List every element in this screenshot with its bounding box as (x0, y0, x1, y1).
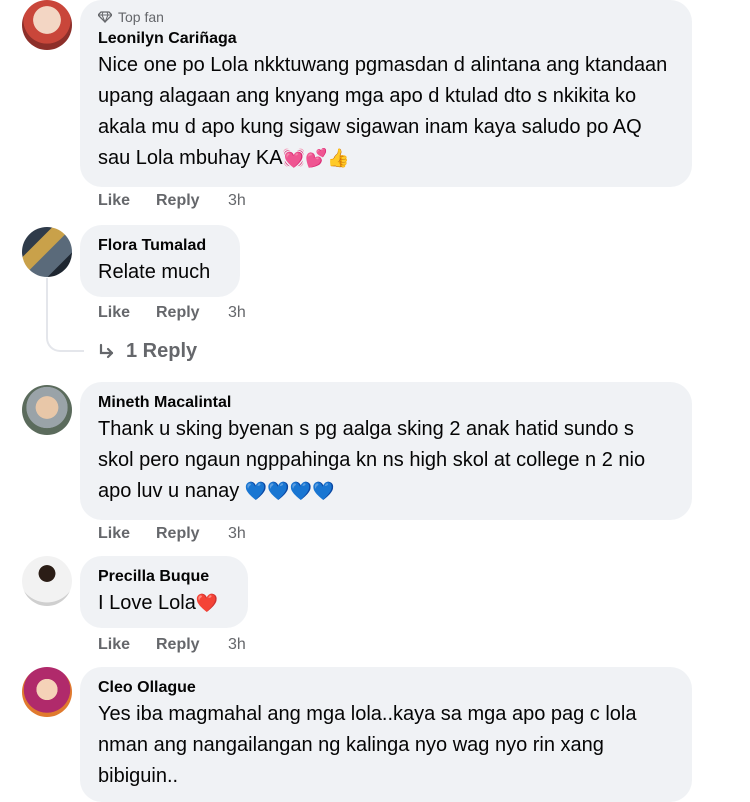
timestamp[interactable]: 3h (228, 636, 246, 654)
comment-bubble: Precilla Buque I Love Lola❤️ (80, 556, 248, 628)
emoji-reaction: 💙💙💙💙 (244, 481, 335, 501)
avatar[interactable] (22, 667, 72, 717)
like-button[interactable]: Like (98, 192, 156, 210)
reply-arrow-icon (99, 343, 114, 358)
avatar[interactable] (22, 227, 72, 277)
reply-button[interactable]: Reply (156, 304, 228, 322)
avatar[interactable] (22, 385, 72, 435)
comment-actions: Like Reply 3h (98, 304, 246, 322)
comment-text: I Love Lola❤️ (98, 588, 230, 619)
comment-body: I Love Lola (98, 592, 196, 614)
replies-count[interactable]: 1 Reply (126, 340, 197, 363)
comment-bubble: Mineth Macalintal Thank u sking byenan s… (80, 382, 692, 520)
avatar[interactable] (22, 0, 72, 50)
comment-bubble: Flora Tumalad Relate much (80, 225, 240, 297)
reply-button[interactable]: Reply (156, 525, 228, 543)
comment-author[interactable]: Cleo Ollague (98, 677, 674, 699)
comment-text: Relate much (98, 261, 211, 283)
comment-author[interactable]: Mineth Macalintal (98, 392, 674, 414)
badge-label: Top fan (118, 9, 164, 25)
comment-author[interactable]: Precilla Buque (98, 566, 230, 588)
comment-text: Nice one po Lola nkktuwang pgmasdan d al… (98, 50, 674, 174)
comment-text: Yes iba magmahal ang mga lola..kaya sa m… (98, 703, 637, 787)
comment-author[interactable]: Flora Tumalad (98, 235, 222, 257)
heart-emoji: ❤️ (195, 593, 219, 613)
emoji-reaction: 💓💕👍 (282, 148, 350, 168)
comment-actions: Like Reply 3h (98, 525, 246, 543)
like-button[interactable]: Like (98, 525, 156, 543)
timestamp[interactable]: 3h (228, 304, 246, 322)
reply-button[interactable]: Reply (156, 192, 228, 210)
reply-button[interactable]: Reply (156, 636, 228, 654)
timestamp[interactable]: 3h (228, 525, 246, 543)
like-button[interactable]: Like (98, 636, 156, 654)
timestamp[interactable]: 3h (228, 192, 246, 210)
view-replies-link[interactable]: 1 Reply (98, 340, 197, 363)
comment-text: Thank u sking byenan s pg aalga sking 2 … (98, 414, 674, 507)
comment-actions: Like Reply 3h (98, 192, 246, 210)
thread-connector (46, 278, 84, 352)
comment-body: Nice one po Lola nkktuwang pgmasdan d al… (98, 54, 668, 169)
top-fan-badge: Top fan (98, 8, 674, 26)
comment-bubble: Top fan Leonilyn Cariñaga Nice one po Lo… (80, 0, 692, 187)
avatar[interactable] (22, 556, 72, 606)
comment-author[interactable]: Leonilyn Cariñaga (98, 28, 674, 50)
comment-bubble: Cleo Ollague Yes iba magmahal ang mga lo… (80, 667, 692, 802)
like-button[interactable]: Like (98, 304, 156, 322)
comment-body: Thank u sking byenan s pg aalga sking 2 … (98, 418, 646, 502)
comment-actions: Like Reply 3h (98, 636, 246, 654)
diamond-icon (98, 11, 112, 23)
